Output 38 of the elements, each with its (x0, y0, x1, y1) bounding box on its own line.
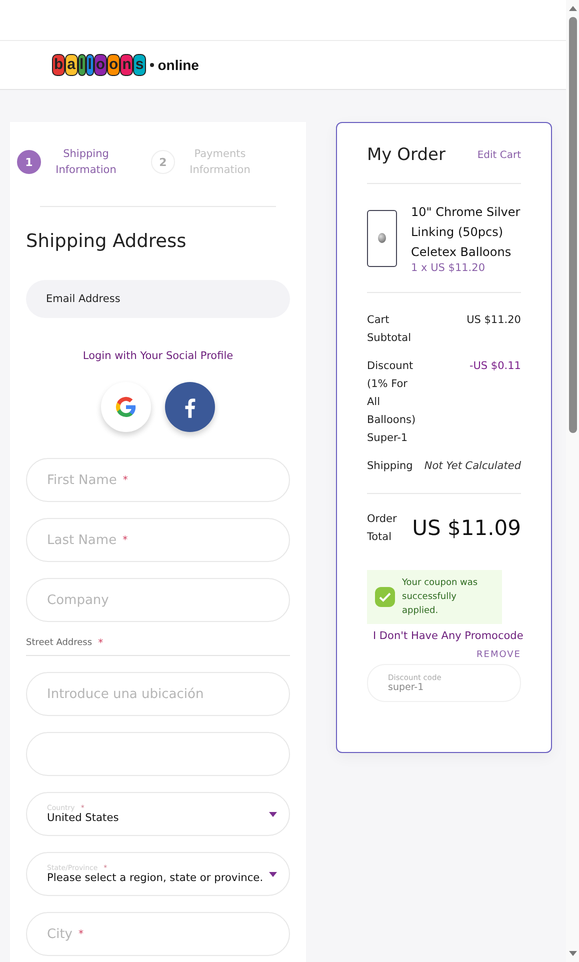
no-promocode-link[interactable]: I Don't Have Any Promocode (373, 630, 524, 642)
caret-icon (269, 812, 277, 817)
product-price: 1 x US $11.20 (411, 262, 486, 274)
coupon-message: Your coupon was successfully applied. (367, 570, 502, 624)
summary-value: Not Yet Calculated (424, 459, 521, 474)
input-field[interactable]: First Name * (26, 458, 290, 502)
social-login-label: Login with Your Social Profile (82, 350, 234, 362)
input-field[interactable]: City * (26, 912, 290, 956)
required-mark: * (78, 928, 84, 940)
input-field[interactable] (26, 732, 290, 776)
total-label: Order Total (367, 512, 398, 545)
required-mark: * (98, 638, 104, 649)
summary-label: Cart Subtotal (367, 313, 412, 346)
edit-cart-link[interactable]: Edit Cart (477, 150, 521, 160)
summary-value: -US $0.11 (469, 359, 521, 374)
section-title: Shipping Address (26, 231, 188, 252)
summary-label: Discount (1% For All Balloons) Super-1 (367, 359, 413, 446)
balloon-icon (378, 233, 386, 243)
facebook-button[interactable] (165, 382, 215, 432)
order-title: My Order (367, 145, 446, 165)
total-value: US $11.09 (412, 516, 521, 540)
summary-label: Shipping (367, 459, 413, 474)
required-mark: * (122, 534, 128, 546)
email-field[interactable]: Email Address (26, 280, 290, 318)
summary-value: US $11.20 (466, 313, 521, 328)
input-field[interactable]: Last Name * (26, 518, 290, 562)
check-icon (375, 587, 395, 607)
google-button[interactable] (101, 382, 151, 432)
field-value: Please select a region, state or province. (47, 872, 264, 884)
field-value: United States (47, 812, 119, 824)
product-thumbnail[interactable] (367, 210, 397, 266)
product-name[interactable]: 10" Chrome Silver Linking (50pcs) Celetex Balloons (411, 202, 521, 262)
required-mark: * (122, 474, 128, 486)
google-icon (114, 395, 138, 419)
field-label: Street Address (26, 638, 92, 649)
caret-icon (269, 872, 277, 877)
step-tab[interactable]: 1 Shipping Information (17, 146, 125, 178)
remove-button[interactable]: REMOVE (476, 650, 521, 660)
